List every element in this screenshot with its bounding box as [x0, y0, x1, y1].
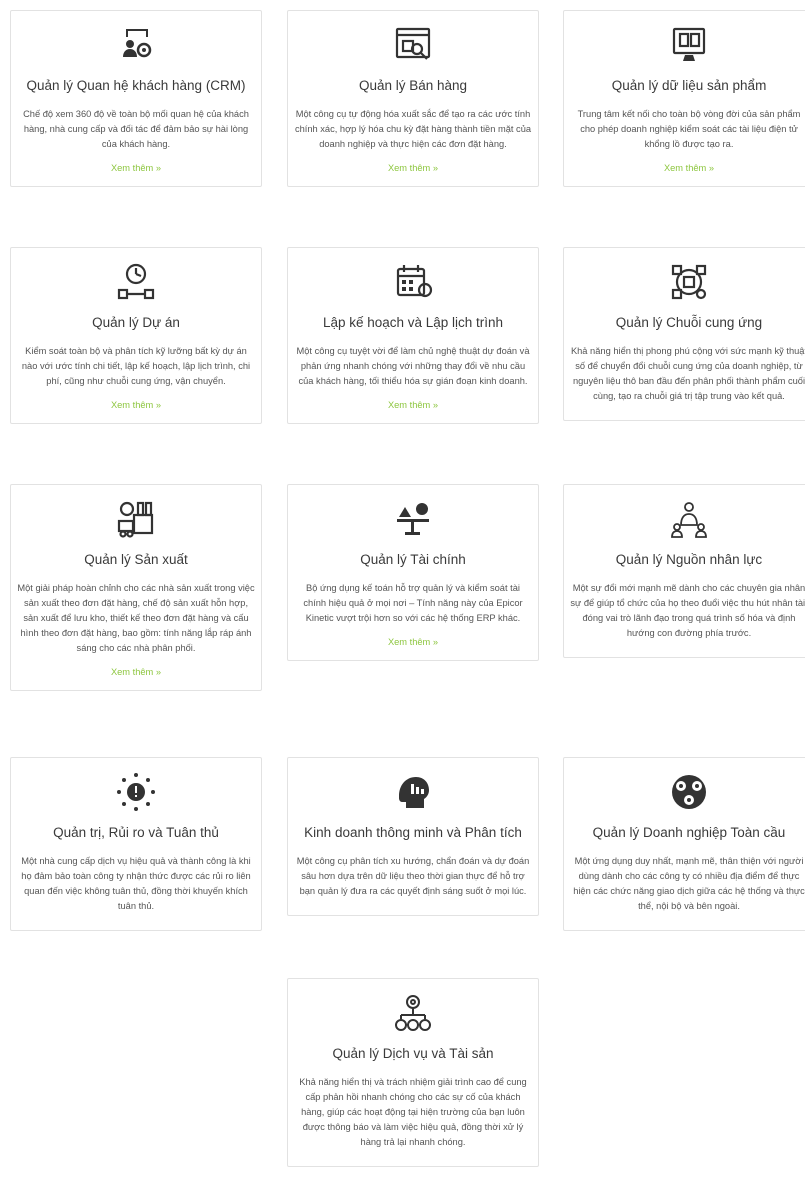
card-title: Quản lý Doanh nghiệp Toàn cầu	[592, 825, 786, 840]
card-product-data: Quản lý dữ liệu sản phẩm Trung tâm kết n…	[563, 10, 805, 187]
card-description: Một sự đổi mới mạnh mẽ dành cho các chuy…	[570, 583, 805, 638]
card-global: Quản lý Doanh nghiệp Toàn cầu Một ứng dụ…	[563, 757, 805, 931]
card-title: Quản lý Dự án	[92, 315, 180, 330]
card-description: Một nhà cung cấp dịch vụ hiệu quả và thà…	[21, 856, 251, 911]
card-title: Quản lý Dịch vụ và Tài sản	[332, 1046, 494, 1061]
crm-icon	[114, 23, 158, 67]
read-more-link[interactable]: Xem thêm »	[111, 400, 161, 410]
card-manufacturing: Quản lý Sản xuất Một giải pháp hoàn chỉn…	[10, 484, 262, 691]
card-planning: Lập kế hoạch và Lập lịch trình Một công …	[287, 247, 539, 424]
card-hr: Quản lý Nguồn nhân lực Một sự đổi mới mạ…	[563, 484, 805, 658]
card-title: Kinh doanh thông minh và Phân tích	[304, 825, 522, 840]
card-description: Một công cụ tuyệt vời để làm chủ nghệ th…	[296, 346, 530, 386]
card-bi: Kinh doanh thông minh và Phân tích Một c…	[287, 757, 539, 916]
sales-icon	[391, 23, 435, 67]
card-description: Một ứng dụng duy nhất, mạnh mẽ, thân thi…	[573, 856, 805, 911]
card-finance: Quản lý Tài chính Bộ ứng dụng kế toán hỗ…	[287, 484, 539, 661]
finance-icon	[391, 497, 435, 541]
read-more-link[interactable]: Xem thêm »	[388, 637, 438, 647]
service-asset-icon	[391, 991, 435, 1035]
card-title: Quản lý Bán hàng	[358, 78, 468, 93]
project-icon	[114, 260, 158, 304]
card-title: Lập kế hoạch và Lập lịch trình	[322, 315, 504, 330]
card-description: Chế độ xem 360 độ về toàn bộ mối quan hệ…	[23, 109, 249, 149]
read-more-link[interactable]: Xem thêm »	[664, 163, 714, 173]
card-description: Kiểm soát toàn bộ và phân tích kỹ lưỡng …	[21, 346, 251, 386]
card-description: Một giải pháp hoàn chỉnh cho các nhà sản…	[17, 583, 255, 653]
card-title: Quản lý Tài chính	[360, 552, 466, 567]
hr-icon	[667, 497, 711, 541]
read-more-link[interactable]: Xem thêm »	[388, 400, 438, 410]
card-title: Quản lý Sản xuất	[84, 552, 188, 567]
card-sales: Quản lý Bán hàng Một công cụ tự động hóa…	[287, 10, 539, 187]
global-icon	[667, 770, 711, 814]
card-title: Quản lý Quan hệ khách hàng (CRM)	[26, 78, 246, 93]
card-service-asset: Quản lý Dịch vụ và Tài sản Khả năng hiển…	[287, 978, 539, 1167]
card-description: Khả năng hiển thị phong phú cộng với sức…	[570, 346, 805, 401]
read-more-link[interactable]: Xem thêm »	[388, 163, 438, 173]
card-description: Khả năng hiển thị và trách nhiệm giải tr…	[299, 1077, 527, 1147]
card-title: Quản lý dữ liệu sản phẩm	[611, 78, 767, 93]
read-more-link[interactable]: Xem thêm »	[111, 667, 161, 677]
card-project: Quản lý Dự án Kiểm soát toàn bộ và phân …	[10, 247, 262, 424]
card-risk: Quản trị, Rủi ro và Tuân thủ Một nhà cun…	[10, 757, 262, 931]
bi-icon	[391, 770, 435, 814]
factory-icon	[114, 497, 158, 541]
product-data-icon	[667, 23, 711, 67]
calendar-icon	[391, 260, 435, 304]
card-description: Một công cụ tự động hóa xuất sắc để tạo …	[294, 109, 532, 149]
supply-chain-icon	[667, 260, 711, 304]
card-supply-chain: Quản lý Chuỗi cung ứng Khả năng hiển thị…	[563, 247, 805, 421]
card-description: Một công cụ phân tích xu hướng, chẩn đoá…	[296, 856, 530, 896]
card-description: Bộ ứng dụng kế toán hỗ trợ quản lý và ki…	[303, 583, 523, 623]
card-title: Quản lý Nguồn nhân lực	[615, 552, 763, 567]
card-title: Quản lý Chuỗi cung ứng	[615, 315, 763, 330]
read-more-link[interactable]: Xem thêm »	[111, 163, 161, 173]
risk-icon	[114, 770, 158, 814]
card-title: Quản trị, Rủi ro và Tuân thủ	[53, 825, 219, 840]
card-description: Trung tâm kết nối cho toàn bộ vòng đời c…	[577, 109, 801, 149]
card-crm: Quản lý Quan hệ khách hàng (CRM) Chế độ …	[10, 10, 262, 187]
